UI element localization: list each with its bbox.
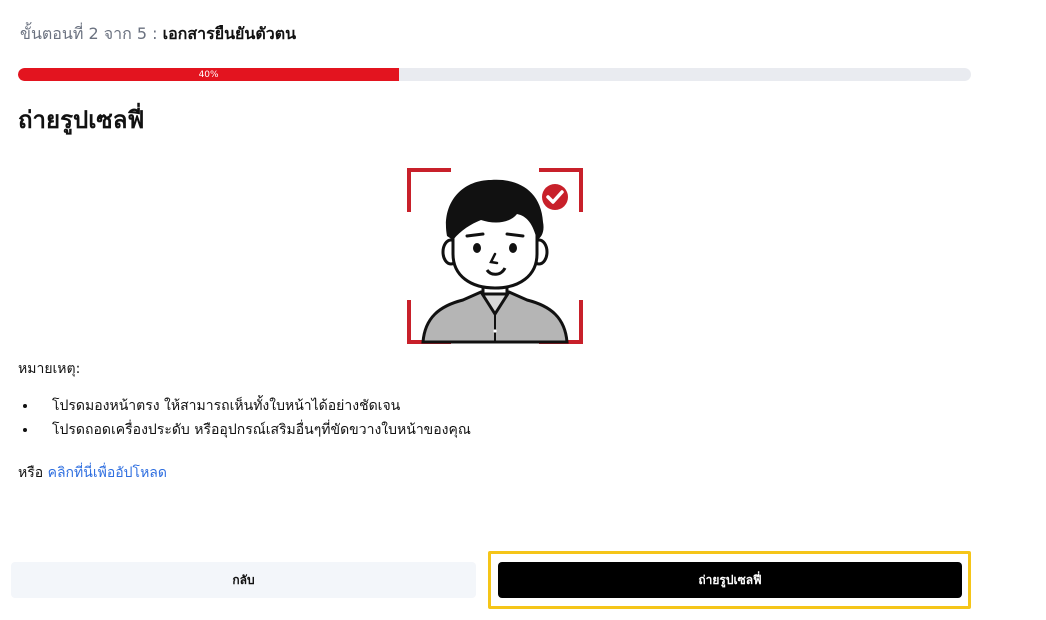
selfie-illustration xyxy=(405,166,585,346)
step-indicator: ขั้นตอนที่ 2 จาก 5 : เอกสารยืนยันตัวตน xyxy=(20,22,296,47)
selfie-person-face-frame-icon xyxy=(407,168,583,344)
note-item: โปรดมองหน้าตรง ให้สามารถเห็นทั้งใบหน้าได… xyxy=(38,394,738,418)
back-button[interactable]: กลับ xyxy=(11,562,476,598)
progress-bar: 40% xyxy=(18,68,971,81)
upload-alternative: หรือ คลิกที่นี่เพื่ออัปโหลด xyxy=(18,462,167,484)
note-list: โปรดมองหน้าตรง ให้สามารถเห็นทั้งใบหน้าได… xyxy=(18,394,738,442)
progress-label: 40% xyxy=(198,69,219,80)
upload-prefix: หรือ xyxy=(18,465,44,481)
note-item: โปรดถอดเครื่องประดับ หรืออุปกรณ์เสริมอื่… xyxy=(38,418,738,442)
upload-link[interactable]: คลิกที่นี่เพื่ออัปโหลด xyxy=(48,465,167,481)
progress-fill: 40% xyxy=(18,68,400,81)
step-counter: ขั้นตอนที่ 2 จาก 5 : xyxy=(20,24,158,43)
take-selfie-button[interactable]: ถ่ายรูปเซลฟี่ xyxy=(498,562,962,598)
note-label: หมายเหตุ: xyxy=(18,361,81,377)
page-title: ถ่ายรูปเซลฟี่ xyxy=(18,106,145,134)
step-document-name: เอกสารยืนยันตัวตน xyxy=(162,24,297,43)
